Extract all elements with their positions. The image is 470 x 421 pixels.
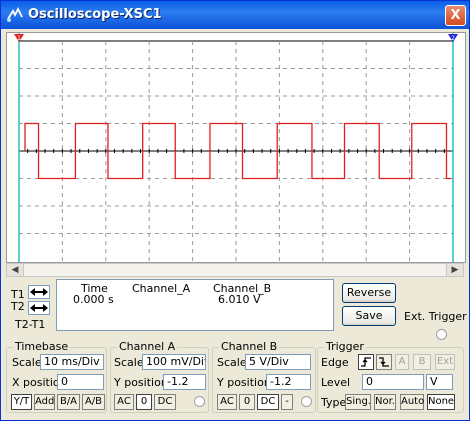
ext-trigger-label: Ext. Trigger — [404, 310, 467, 323]
oscilloscope-window: Oscilloscope-XSC1 X 12 ◀ ▶ T1 T2 T2-T1 T… — [0, 0, 470, 421]
reverse-button[interactable]: Reverse — [342, 283, 396, 303]
channel-b-ac-button[interactable]: AC — [217, 394, 237, 410]
edge-label: Edge — [321, 356, 349, 369]
mode-ba-button[interactable]: B/A — [57, 394, 80, 410]
trigger-title: Trigger — [324, 340, 366, 353]
window-title: Oscilloscope-XSC1 — [28, 7, 162, 22]
arrow-left-right-icon — [30, 288, 48, 296]
timebase-scale-label: Scale — [12, 356, 42, 369]
channel-a-scale-label: Scale — [114, 356, 144, 369]
header-channel-a: Channel_A — [132, 282, 191, 295]
channel-b-invert-button[interactable]: - — [281, 394, 293, 410]
t2-label: T2 — [11, 300, 25, 313]
scroll-right-icon[interactable]: ▶ — [446, 264, 463, 276]
readout-time: 0.000 s — [73, 293, 114, 306]
cursor-readout-panel: Time Channel_A Channel_B 0.000 s 6.010 V — [56, 279, 334, 331]
channel-b-group: Channel B Scale 5 V/Div Y position -1.2 … — [212, 340, 316, 413]
trigger-group: Trigger Edge A B Ext Level 0 V Type Sing… — [317, 340, 464, 413]
channel-a-title: Channel A — [117, 340, 178, 353]
mode-add-button[interactable]: Add — [34, 394, 55, 410]
channel-a-ypos-label: Y position — [114, 376, 168, 389]
timebase-group: Timebase Scale 10 ms/Div X position 0 Y/… — [6, 340, 107, 413]
type-label: Type — [321, 396, 347, 409]
t1-move-button[interactable] — [28, 285, 50, 299]
timebase-title: Timebase — [13, 340, 71, 353]
falling-edge-icon — [379, 357, 389, 367]
readout-channel-b: 6.010 V — [218, 293, 261, 306]
arrow-left-right-icon — [30, 304, 48, 312]
rising-edge-icon — [361, 357, 371, 367]
close-icon: X — [450, 8, 461, 23]
timebase-scale-field[interactable]: 10 ms/Div — [40, 354, 104, 370]
trigger-source-a-button[interactable]: A — [395, 354, 409, 370]
channel-b-title: Channel B — [219, 340, 280, 353]
x-position-field[interactable]: 0 — [57, 374, 104, 390]
scope-plot: 12 — [14, 33, 458, 262]
channel-a-dc-button[interactable]: DC — [154, 394, 176, 410]
save-button[interactable]: Save — [342, 306, 396, 326]
trigger-level-unit[interactable]: V — [426, 374, 453, 390]
title-bar[interactable]: Oscilloscope-XSC1 X — [1, 1, 469, 29]
channel-b-terminal[interactable] — [301, 396, 312, 407]
channel-b-dc-button[interactable]: DC — [257, 394, 279, 410]
scope-display: 12 — [6, 32, 466, 263]
trigger-source-ext-button[interactable]: Ext — [435, 354, 455, 370]
channel-a-terminal[interactable] — [194, 396, 205, 407]
falling-edge-button[interactable] — [376, 354, 392, 370]
ext-trigger-terminal[interactable] — [436, 329, 447, 340]
channel-b-zero-button[interactable]: 0 — [239, 394, 255, 410]
scroll-left-icon[interactable]: ◀ — [7, 264, 24, 276]
trigger-normal-button[interactable]: Nor. — [374, 394, 396, 410]
channel-b-scale-field[interactable]: 5 V/Div — [245, 354, 311, 370]
trigger-none-button[interactable]: None — [427, 394, 455, 410]
trigger-level-field[interactable]: 0 — [362, 374, 424, 390]
channel-a-scale-field[interactable]: 100 mV/Div — [142, 354, 206, 370]
channel-b-ypos-label: Y position — [217, 376, 271, 389]
trigger-source-b-button[interactable]: B — [413, 354, 431, 370]
close-button[interactable]: X — [445, 5, 466, 26]
level-label: Level — [321, 376, 351, 389]
mode-yt-button[interactable]: Y/T — [11, 394, 32, 410]
cursor-t2-number: 2 — [451, 35, 455, 42]
t2-t1-label: T2-T1 — [15, 318, 46, 331]
trigger-auto-button[interactable]: Auto — [400, 394, 424, 410]
trigger-single-button[interactable]: Sing. — [345, 394, 371, 410]
channel-b-scale-label: Scale — [217, 356, 247, 369]
channel-b-ypos-field[interactable]: -1.2 — [266, 374, 311, 390]
t2-move-button[interactable] — [28, 301, 50, 315]
cursor-t1-number: 1 — [17, 35, 21, 42]
mode-ab-button[interactable]: A/B — [82, 394, 105, 410]
channel-a-group: Channel A Scale 100 mV/Div Y position -1… — [110, 340, 209, 413]
channel-a-ypos-field[interactable]: -1.2 — [163, 374, 206, 390]
rising-edge-button[interactable] — [358, 354, 374, 370]
channel-a-ac-button[interactable]: AC — [114, 394, 134, 410]
channel-a-zero-button[interactable]: 0 — [136, 394, 152, 410]
scope-probe-icon — [7, 7, 23, 22]
horizontal-scrollbar[interactable]: ◀ ▶ — [6, 263, 464, 277]
